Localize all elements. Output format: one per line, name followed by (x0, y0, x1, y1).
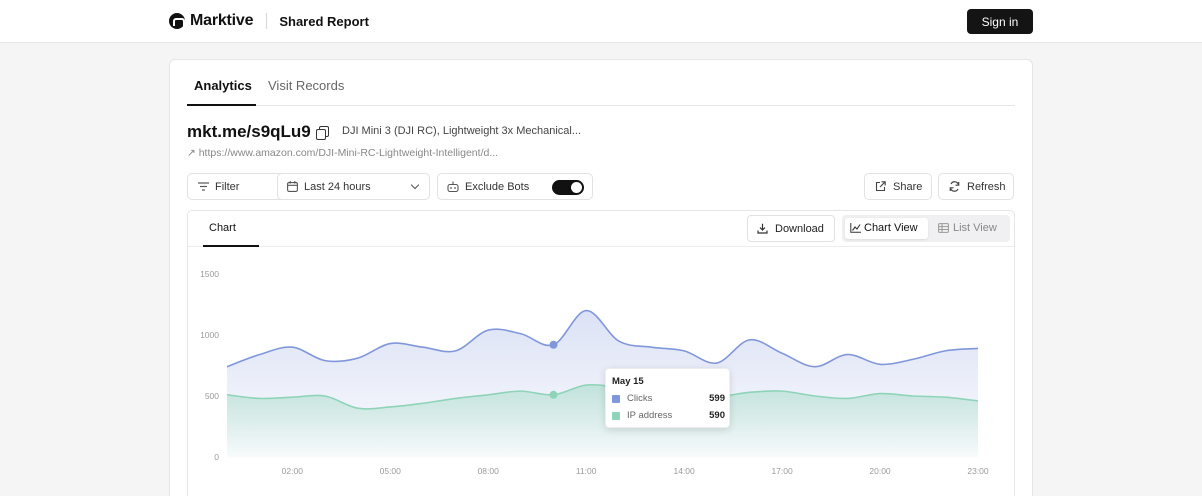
external-share-icon (875, 181, 886, 192)
x-tick-label: 17:00 (771, 466, 793, 476)
marktive-logo-icon (169, 13, 185, 29)
chart-view-toggle[interactable]: Chart View (845, 218, 928, 239)
tooltip-series-name: IP address (627, 410, 673, 421)
tooltip-row-ip: IP address 590 (612, 410, 725, 424)
tooltip-series-name: Clicks (627, 393, 653, 404)
chart-tooltip: May 15 Clicks 599 IP address 590 (605, 368, 730, 428)
date-range-label: Last 24 hours (304, 181, 371, 193)
x-tick-label: 08:00 (478, 466, 500, 476)
short-url: mkt.me/s9qLu9 (187, 122, 311, 141)
refresh-icon (949, 181, 960, 192)
toggle-knob (571, 182, 582, 193)
date-range-dropdown[interactable]: Last 24 hours (277, 173, 430, 200)
tab-analytics[interactable]: Analytics (194, 78, 252, 93)
y-tick-label: 0 (214, 452, 219, 462)
list-view-label: List View (953, 222, 997, 234)
chart-panel: Chart Download Chart View List View 0 50… (187, 210, 1015, 496)
active-tab-indicator (187, 104, 256, 106)
x-axis: 02:00 05:00 08:00 11:00 14:00 17:00 20:00 23:00 (282, 466, 989, 476)
view-switcher: Chart View List View (842, 215, 1010, 242)
table-grid-icon (938, 223, 949, 233)
clicks-swatch (612, 395, 620, 403)
series-layer (226, 309, 979, 457)
tooltip-date: May 15 (612, 376, 644, 387)
brand-name: Marktive (190, 12, 254, 29)
x-tick-label: 02:00 (282, 466, 304, 476)
x-tick-label: 23:00 (967, 466, 989, 476)
exclude-bots-toggle[interactable] (552, 180, 584, 195)
tooltip-row-clicks: Clicks 599 (612, 393, 725, 407)
clicks-area-chart[interactable]: 0 500 1000 1500 02:00 05:00 08:00 11:00 14:00 17… (188, 248, 1014, 488)
clicks-point[interactable] (549, 340, 558, 349)
ip-address-point[interactable] (549, 390, 558, 399)
tab-chart[interactable]: Chart (209, 222, 236, 234)
top-bar: Marktive Shared Report Sign in (0, 0, 1202, 43)
download-label: Download (775, 223, 824, 235)
download-button[interactable]: Download (747, 215, 835, 242)
chart-view-label: Chart View (864, 222, 918, 234)
destination-url[interactable]: ↗ https://www.amazon.com/DJI-Mini-RC-Lig… (187, 147, 498, 159)
share-label: Share (893, 181, 923, 193)
share-button[interactable]: Share (864, 173, 932, 200)
link-title: DJI Mini 3 (DJI RC), Lightweight 3x Mech… (342, 125, 582, 137)
chevron-down-icon (410, 180, 420, 190)
y-tick-label: 1000 (200, 330, 219, 340)
exclude-bots-control: Exclude Bots (437, 173, 593, 200)
y-axis: 0 500 1000 1500 (200, 269, 219, 462)
tab-visit-records[interactable]: Visit Records (268, 78, 344, 93)
x-tick-label: 11:00 (576, 466, 597, 476)
filter-label: Filter (215, 181, 240, 193)
y-tick-label: 500 (205, 391, 219, 401)
chart-panel-header: Chart Download Chart View List View (188, 211, 1014, 247)
x-tick-label: 20:00 (869, 466, 891, 476)
section-title: Shared Report (279, 13, 369, 29)
report-card: Analytics Visit Records mkt.me/s9qLu9 DJ… (169, 59, 1033, 496)
sign-in-button[interactable]: Sign in (967, 9, 1033, 34)
calendar-icon (287, 181, 298, 192)
list-view-toggle[interactable]: List View (930, 218, 1007, 239)
ip-swatch (612, 412, 620, 420)
brand-divider (266, 13, 268, 29)
chart-line-icon (850, 223, 861, 233)
exclude-bots-label: Exclude Bots (465, 181, 530, 193)
report-tabs: Analytics Visit Records (187, 60, 1015, 106)
refresh-button[interactable]: Refresh (938, 173, 1014, 200)
x-tick-label: 14:00 (673, 466, 695, 476)
y-tick-label: 1500 (200, 269, 219, 279)
x-tick-label: 05:00 (380, 466, 402, 476)
tooltip-series-value: 599 (709, 393, 725, 404)
refresh-label: Refresh (967, 181, 1006, 193)
bot-icon (447, 181, 459, 192)
brand[interactable]: Marktive Shared Report (169, 12, 369, 30)
download-icon (757, 223, 768, 234)
copy-icon[interactable] (316, 126, 329, 140)
filter-icon (198, 182, 209, 191)
chart-tab-indicator (203, 245, 259, 247)
tooltip-series-value: 590 (709, 410, 725, 421)
